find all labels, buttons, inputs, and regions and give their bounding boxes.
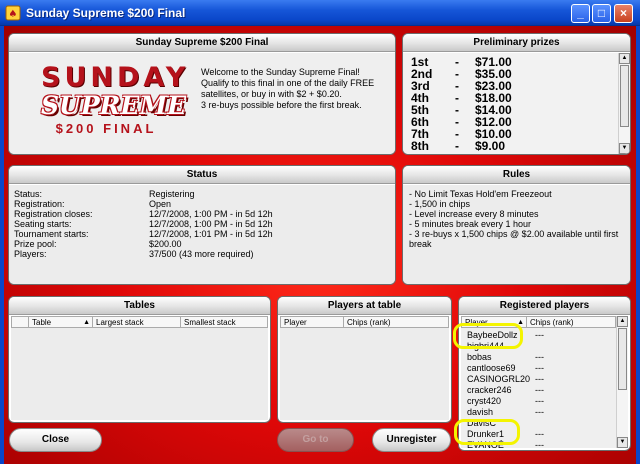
unregister-button[interactable]: Unregister — [372, 428, 451, 452]
list-item[interactable]: davish --- — [465, 407, 625, 418]
rule-item: - 5 minutes break every 1 hour — [409, 219, 532, 229]
prizes-scrollbar[interactable]: ▲ ▼ — [618, 53, 630, 154]
close-window-button[interactable]: × — [614, 4, 633, 23]
sort-ascending-icon: ▲ — [83, 319, 90, 326]
rule-item: - Level increase every 8 minutes — [409, 209, 539, 219]
close-button[interactable]: Close — [9, 428, 102, 452]
panel-title: Registered players — [459, 297, 630, 315]
column-header-chips-rank[interactable]: Chips (rank) — [526, 316, 616, 328]
welcome-text: Welcome to the Sunday Supreme Final! Qua… — [201, 67, 375, 110]
registered-players-scrollbar[interactable]: ▲ ▼ — [616, 316, 628, 448]
preliminary-prizes-panel: Preliminary prizes 1st - $71.00 2nd - $35.00… — [402, 33, 631, 155]
highlight-annotation — [453, 323, 523, 349]
rule-item: - No Limit Texas Hold'em Freezeout — [409, 189, 552, 199]
column-header-smallest-stack[interactable]: Smallest stack — [180, 316, 268, 328]
column-header-index[interactable] — [11, 316, 29, 328]
list-item[interactable]: cryst420 --- — [465, 396, 625, 407]
tables-grid[interactable]: Table ▲ Largest stack Smallest stack — [11, 316, 268, 420]
rule-item: - 1,500 in chips — [409, 199, 471, 209]
maximize-button[interactable]: □ — [592, 4, 611, 23]
scroll-down-arrow-icon[interactable]: ▼ — [617, 437, 628, 448]
rules-panel: Rules - No Limit Texas Hold'em Freezeout… — [402, 165, 631, 285]
window-border-right — [636, 26, 640, 464]
scroll-thumb[interactable] — [620, 65, 629, 127]
panel-body: SUNDAY SUPREME $200 FINAL Welcome to the… — [9, 53, 395, 154]
scroll-up-arrow-icon[interactable]: ▲ — [619, 53, 630, 64]
column-header-table[interactable]: Table ▲ — [28, 316, 93, 328]
go-to-button[interactable]: Go to — [277, 428, 354, 452]
scroll-down-arrow-icon[interactable]: ▼ — [619, 143, 630, 154]
list-item[interactable]: CASINOGRL20 --- — [465, 374, 625, 385]
panel-title: Status — [9, 166, 395, 184]
sunday-supreme-logo: SUNDAY SUPREME $200 FINAL — [41, 62, 190, 137]
tables-panel: Tables Table ▲ Largest stack Smallest sta… — [8, 296, 271, 423]
panel-title: Preliminary prizes — [403, 34, 630, 52]
status-body: Status: Registering Registration: Open Reg… — [9, 185, 395, 284]
panel-title: Rules — [403, 166, 630, 184]
highlight-annotation — [454, 419, 520, 445]
list-item[interactable]: bobas --- — [465, 352, 625, 363]
scroll-up-arrow-icon[interactable]: ▲ — [617, 316, 628, 327]
status-panel: Status Status: Registering Registration: O… — [8, 165, 396, 285]
tables-list-body — [11, 329, 268, 420]
panel-title: Sunday Supreme $200 Final — [9, 34, 395, 52]
column-header-largest-stack[interactable]: Largest stack — [92, 316, 181, 328]
svg-text:♠: ♠ — [9, 9, 18, 20]
window-border-left — [0, 26, 4, 464]
list-item[interactable]: cantloose69 --- — [465, 363, 625, 374]
players-at-table-grid[interactable]: Player Chips (rank) — [280, 316, 449, 420]
window-title: Sunday Supreme $200 Final — [26, 6, 186, 20]
players-at-table-body — [280, 329, 449, 420]
rules-body: - No Limit Texas Hold'em Freezeout - 1,5… — [403, 185, 630, 284]
list-item[interactable]: cracker246 --- — [465, 385, 625, 396]
panel-title: Players at table — [278, 297, 451, 315]
tournament-header-panel: Sunday Supreme $200 Final SUNDAY SUPREME… — [8, 33, 396, 155]
players-at-table-panel: Players at table Player Chips (rank) — [277, 296, 452, 423]
rule-item: - 3 re-buys x 1,500 chips @ $2.00 availa… — [409, 229, 619, 249]
column-header-player[interactable]: Player — [280, 316, 344, 328]
prizes-list[interactable]: 1st - $71.00 2nd - $35.00 3rd - $23.00 4th - $18… — [403, 53, 630, 154]
panel-title: Tables — [9, 297, 270, 315]
column-header-chips-rank[interactable]: Chips (rank) — [343, 316, 449, 328]
minimize-button[interactable]: _ — [571, 4, 590, 23]
title-bar[interactable]: ♠ Sunday Supreme $200 Final _ □ × — [0, 0, 640, 26]
scroll-thumb[interactable] — [618, 328, 627, 390]
app-icon: ♠ — [5, 5, 21, 21]
